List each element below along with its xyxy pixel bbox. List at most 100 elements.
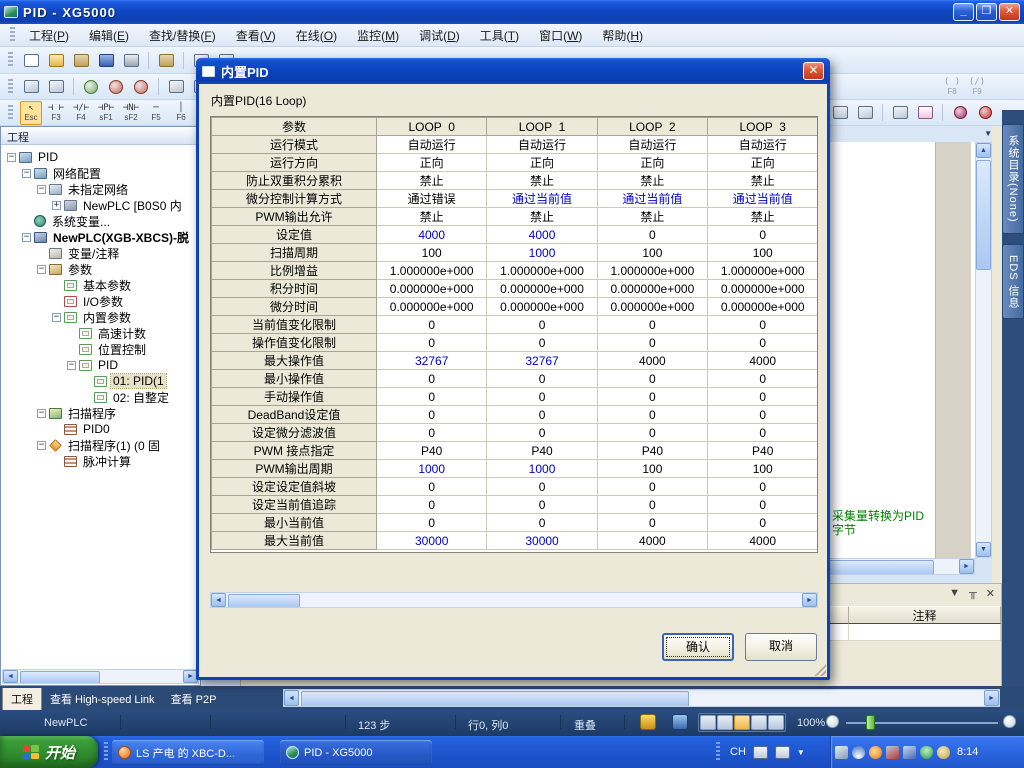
zoom-in-button[interactable] xyxy=(1003,715,1016,728)
ladder-tool-F9[interactable]: (/)F9 xyxy=(966,75,988,99)
param-value-cell[interactable]: P40 xyxy=(597,442,707,460)
paste-button[interactable] xyxy=(70,50,92,71)
bottom-tab-2[interactable]: 查看 P2P xyxy=(163,688,225,712)
cancel-circle-button[interactable] xyxy=(974,102,996,123)
stop-button[interactable] xyxy=(105,76,127,97)
expand-icon[interactable]: + xyxy=(52,201,61,210)
collapse-icon[interactable]: − xyxy=(52,313,61,322)
panel-close-icon[interactable]: ✕ xyxy=(986,587,995,600)
save-button[interactable] xyxy=(95,50,117,71)
param-value-cell[interactable]: 0 xyxy=(487,514,597,532)
param-value-cell[interactable]: 0 xyxy=(377,316,487,334)
ladder-tool-F4[interactable]: ⊣/⊢F4 xyxy=(70,101,92,125)
param-value-cell[interactable]: 0 xyxy=(377,334,487,352)
shield-icon[interactable] xyxy=(920,746,933,759)
scrollbar-thumb[interactable] xyxy=(228,594,300,608)
zoom-out-button[interactable] xyxy=(826,715,839,728)
param-value-cell[interactable]: 0 xyxy=(597,388,707,406)
network-icon[interactable] xyxy=(903,746,916,759)
cancel-button[interactable]: 取消 xyxy=(745,633,817,661)
play-button[interactable] xyxy=(80,76,102,97)
clipboard-button[interactable] xyxy=(155,50,177,71)
param-value-cell[interactable]: 禁止 xyxy=(708,172,818,190)
collapse-icon[interactable]: − xyxy=(67,361,76,370)
param-value-cell[interactable]: 0 xyxy=(708,316,818,334)
collapse-icon[interactable]: − xyxy=(37,265,46,274)
param-value-cell[interactable]: 0 xyxy=(708,514,818,532)
param-value-cell[interactable]: 通过当前值 xyxy=(487,190,597,208)
param-value-cell[interactable]: 32767 xyxy=(377,352,487,370)
param-value-cell[interactable]: 0 xyxy=(487,406,597,424)
tree-item[interactable]: −扫描程序 xyxy=(1,405,200,421)
tree-item[interactable]: 变量/注释 xyxy=(1,245,200,261)
param-value-cell[interactable]: 1000 xyxy=(487,460,597,478)
print-button[interactable] xyxy=(120,50,142,71)
menu-item[interactable]: 窗口(W) xyxy=(529,24,592,47)
maximize-button[interactable]: ❐ xyxy=(976,3,997,21)
resize-grip[interactable] xyxy=(813,663,826,676)
param-value-cell[interactable]: 0.000000e+000 xyxy=(487,280,597,298)
param-value-cell[interactable]: 0 xyxy=(377,388,487,406)
param-value-cell[interactable]: 禁止 xyxy=(377,208,487,226)
param-value-cell[interactable]: 100 xyxy=(597,460,707,478)
param-value-cell[interactable]: 1000 xyxy=(487,244,597,262)
ladder-tool-sF1[interactable]: ⊣P⊢sF1 xyxy=(95,101,117,125)
scroll-left-icon[interactable]: ◄ xyxy=(211,593,226,607)
tree-item[interactable]: PID0 xyxy=(1,421,200,437)
param-value-cell[interactable]: 0 xyxy=(377,496,487,514)
param-value-cell[interactable]: 0.000000e+000 xyxy=(597,280,707,298)
param-value-cell[interactable]: 100 xyxy=(377,244,487,262)
ladder-tool-F8[interactable]: ( )F8 xyxy=(941,75,963,99)
param-value-cell[interactable]: P40 xyxy=(377,442,487,460)
menu-item[interactable]: 工具(T) xyxy=(470,24,529,47)
param-value-cell[interactable]: 0 xyxy=(487,370,597,388)
help-icon[interactable] xyxy=(775,746,790,759)
param-value-cell[interactable]: 禁止 xyxy=(487,208,597,226)
ok-button[interactable]: 确认 xyxy=(662,633,734,661)
param-value-cell[interactable]: 禁止 xyxy=(377,172,487,190)
param-value-cell[interactable]: 0 xyxy=(487,424,597,442)
minimize-button[interactable]: _ xyxy=(953,3,974,21)
tree-item[interactable]: +NewPLC [B0S0 内 xyxy=(1,197,200,213)
view-normal-button[interactable] xyxy=(700,715,716,730)
tree-item[interactable]: −网络配置 xyxy=(1,165,200,181)
menu-item[interactable]: 监控(M) xyxy=(347,24,409,47)
param-value-cell[interactable]: 0 xyxy=(708,478,818,496)
tree-item[interactable]: 脉冲计算 xyxy=(1,453,200,469)
scrollbar-thumb[interactable] xyxy=(976,160,991,270)
net-error-icon[interactable] xyxy=(886,746,899,759)
taskbar-task-ls[interactable]: LS 产电 的 XBC-D... xyxy=(112,740,264,765)
basket-button[interactable] xyxy=(45,76,67,97)
param-value-cell[interactable]: P40 xyxy=(708,442,818,460)
param-value-cell[interactable]: 禁止 xyxy=(597,208,707,226)
param-value-cell[interactable]: 0.000000e+000 xyxy=(597,298,707,316)
param-value-cell[interactable]: 自动运行 xyxy=(708,136,818,154)
param-value-cell[interactable]: 30000 xyxy=(377,532,487,550)
panel-menu-icon[interactable]: ▼ xyxy=(949,587,960,600)
main-scrollbar-h[interactable]: ◄ ► xyxy=(283,689,1000,707)
param-value-cell[interactable]: 自动运行 xyxy=(377,136,487,154)
param-value-cell[interactable]: 100 xyxy=(597,244,707,262)
tree-item[interactable]: −内置参数 xyxy=(1,309,200,325)
param-value-cell[interactable]: 0 xyxy=(377,370,487,388)
collapse-icon[interactable]: − xyxy=(37,441,46,450)
param-value-cell[interactable]: 0 xyxy=(597,334,707,352)
scroll-up-icon[interactable]: ▲ xyxy=(976,143,991,158)
param-value-cell[interactable]: 0 xyxy=(597,226,707,244)
param-value-cell[interactable]: 0 xyxy=(487,388,597,406)
scroll-left-icon[interactable]: ◄ xyxy=(284,690,299,706)
tree-item[interactable]: −PID xyxy=(1,149,200,165)
tree-item[interactable]: −未指定网络 xyxy=(1,181,200,197)
param-value-cell[interactable]: 0 xyxy=(708,496,818,514)
scrollbar-thumb[interactable] xyxy=(301,691,689,707)
wifi-icon[interactable] xyxy=(852,746,865,759)
param-value-cell[interactable]: 32767 xyxy=(487,352,597,370)
param-value-cell[interactable]: 0 xyxy=(708,388,818,406)
view-split-button[interactable] xyxy=(717,715,733,730)
param-value-cell[interactable]: 0 xyxy=(597,514,707,532)
collapse-icon[interactable]: − xyxy=(22,233,31,242)
param-value-cell[interactable]: 4000 xyxy=(487,226,597,244)
menu-item[interactable]: 编辑(E) xyxy=(79,24,139,47)
param-value-cell[interactable]: 0 xyxy=(597,424,707,442)
param-value-cell[interactable]: 1.000000e+000 xyxy=(487,262,597,280)
